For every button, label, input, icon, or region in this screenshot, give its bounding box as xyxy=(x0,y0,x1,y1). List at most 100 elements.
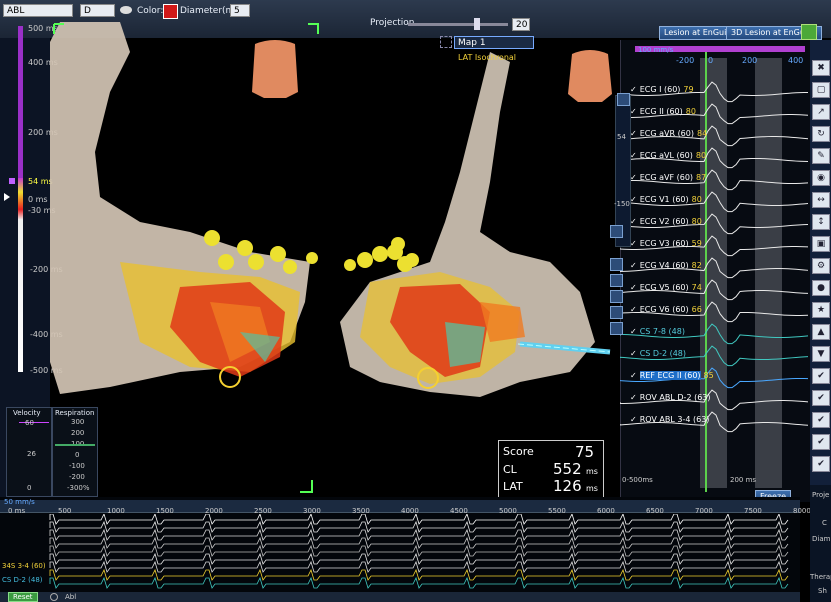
ecg-channel-row[interactable]: ✓ ECG V3 (60) 59 xyxy=(630,238,702,249)
tool-icon[interactable] xyxy=(610,274,623,287)
ecg-channel-row[interactable]: ✓ REF ECG II (60) 85 xyxy=(630,370,714,381)
ecg-channel-label: ROV ABL D-2 (63) xyxy=(639,393,711,402)
checkbox-icon[interactable]: ✔ xyxy=(812,390,830,406)
tool-button-icon[interactable]: ⚙ xyxy=(812,258,830,274)
tool-button-icon[interactable]: ● xyxy=(812,280,830,296)
ecg-channel-row[interactable]: ✓ ECG II (60) 80 xyxy=(630,106,696,117)
lat-window-handle[interactable] xyxy=(9,178,15,184)
checkmark-icon[interactable]: ✓ xyxy=(630,393,637,402)
ecg-channel-row[interactable]: ✓ ECG V4 (60) 82 xyxy=(630,260,702,271)
checkmark-icon[interactable]: ✓ xyxy=(630,239,637,248)
checkbox-icon[interactable]: ✔ xyxy=(812,368,830,384)
ecg-channel-label: ECG V6 (60) xyxy=(639,305,689,314)
checkmark-icon[interactable]: ✓ xyxy=(630,283,637,292)
checkbox-icon[interactable]: ✔ xyxy=(812,456,830,472)
tool-icon[interactable] xyxy=(610,306,623,319)
lat-marker-icon[interactable] xyxy=(4,193,10,201)
prop-label: C xyxy=(822,519,827,527)
tool-button-icon[interactable]: ↻ xyxy=(812,126,830,142)
tool-button-icon[interactable]: ▼ xyxy=(812,346,830,362)
checkmark-icon[interactable]: ✓ xyxy=(630,261,637,270)
footer-tab[interactable]: Reset xyxy=(8,592,38,602)
checkmark-icon[interactable]: ✓ xyxy=(630,217,637,226)
cl-unit: ms xyxy=(586,467,598,476)
checkmark-icon[interactable]: ✓ xyxy=(630,349,637,358)
ecg-channel-row[interactable]: ✓ ECG V5 (60) 74 xyxy=(630,282,702,293)
lat-color-bar xyxy=(18,26,23,372)
zoom-icon[interactable] xyxy=(617,93,630,106)
ecg-channel-value: 85 xyxy=(703,371,714,380)
checkmark-icon[interactable]: ✓ xyxy=(630,173,637,182)
tool-button-icon[interactable]: ▣ xyxy=(812,236,830,252)
diameter-input[interactable]: 5 xyxy=(230,4,250,17)
tool-button-icon[interactable]: ▲ xyxy=(812,324,830,340)
ecg-channel-row[interactable]: ✓ ECG aVF (60) 87 xyxy=(630,172,706,183)
respiration-tick: 0 xyxy=(75,451,80,459)
ecg-channel-value: 59 xyxy=(691,239,702,248)
tool-button-icon[interactable]: ↕ xyxy=(812,214,830,230)
tool-icon[interactable] xyxy=(610,322,623,335)
checkmark-icon[interactable]: ✓ xyxy=(630,415,637,424)
ecg-channel-row[interactable]: ✓ ROV ABL 3-4 (63) xyxy=(630,414,712,425)
tool-button-icon[interactable]: ★ xyxy=(812,302,830,318)
ecg-gain-tick: 54 xyxy=(617,133,626,141)
tool-icon[interactable] xyxy=(610,225,623,238)
map-select[interactable]: ABL xyxy=(3,4,73,17)
checkmark-icon[interactable]: ✓ xyxy=(630,85,637,94)
cl-label: CL xyxy=(503,463,517,476)
tool-icon[interactable] xyxy=(610,258,623,271)
ecg-channel-row[interactable]: ✓ ECG aVR (60) 84 xyxy=(630,128,707,139)
ecg-channel-row[interactable]: ✓ CS 7-8 (48) xyxy=(630,326,688,337)
tool-button-icon[interactable]: ◉ xyxy=(812,170,830,186)
ecg-channel-row[interactable]: ✓ ECG V2 (60) 80 xyxy=(630,216,702,227)
score-box: Score 75 CL 552 ms LAT 126 ms xyxy=(498,440,604,498)
tool-button-icon[interactable]: ▢ xyxy=(812,82,830,98)
checkmark-icon[interactable]: ✓ xyxy=(630,151,637,160)
respiration-tick: 300 xyxy=(71,418,85,426)
ecg-channel-row[interactable]: ✓ CS D-2 (48) xyxy=(630,348,689,359)
settings-icon[interactable] xyxy=(50,593,58,601)
tool-button-icon[interactable]: ↔ xyxy=(812,192,830,208)
velocity-panel: Velocity 60 26 0 xyxy=(6,407,52,497)
map-settings-icon[interactable] xyxy=(440,36,452,48)
respiration-tick: -300% xyxy=(67,484,90,492)
tool-button-icon[interactable]: ✖ xyxy=(812,60,830,76)
ecg-channel-value: 80 xyxy=(685,107,696,116)
tool-icon[interactable] xyxy=(610,290,623,303)
checkmark-icon[interactable]: ✓ xyxy=(630,371,637,380)
tool-button-icon[interactable]: ↗ xyxy=(812,104,830,120)
ecg-channel-value: 66 xyxy=(691,305,702,314)
velocity-tick: 0 xyxy=(27,484,32,492)
ecg-channel-row[interactable]: ✓ ECG I (60) 79 xyxy=(630,84,694,95)
mode-select[interactable]: D xyxy=(80,4,115,17)
color-swatch[interactable] xyxy=(163,4,178,19)
ecg-channel-value: 84 xyxy=(696,129,708,138)
ecg-ruler-tick: 0 xyxy=(708,56,714,65)
ecg-channel-value: 82 xyxy=(691,261,702,270)
respiration-panel: Respiration 300 200 100 0 -100 -200 -300… xyxy=(52,407,98,497)
eraser-icon[interactable] xyxy=(120,6,132,14)
ecg-gain-tick: -150 xyxy=(614,200,630,208)
checkbox-icon[interactable]: ✔ xyxy=(812,412,830,428)
ecg-channel-row[interactable]: ✓ ECG V1 (60) 80 xyxy=(630,194,702,205)
ecg-channel-row[interactable]: ✓ ECG V6 (60) 66 xyxy=(630,304,702,315)
torso-orientation-icon xyxy=(252,40,298,98)
ecg-channel-row[interactable]: ✓ ROV ABL D-2 (63) xyxy=(630,392,714,403)
score-label: Score xyxy=(503,445,534,458)
checkmark-icon[interactable]: ✓ xyxy=(630,327,637,336)
strip-traces xyxy=(49,514,789,589)
map-3d-view[interactable] xyxy=(50,22,620,498)
tool-button-icon[interactable]: ✎ xyxy=(812,148,830,164)
checkbox-icon[interactable]: ✔ xyxy=(812,434,830,450)
ecg-channel-label: CS D-2 (48) xyxy=(639,349,687,358)
ecg-channel-row[interactable]: ✓ ECG aVL (60) 80 xyxy=(630,150,706,161)
lat-tick: 54 ms xyxy=(28,177,53,186)
footer-tab-2[interactable]: Abl xyxy=(65,593,76,601)
map-select-dropdown[interactable]: Map 1 xyxy=(454,36,534,49)
back-arrow-icon[interactable] xyxy=(801,24,817,40)
velocity-title: Velocity xyxy=(13,409,41,417)
checkmark-icon[interactable]: ✓ xyxy=(630,305,637,314)
checkmark-icon[interactable]: ✓ xyxy=(630,129,637,138)
checkmark-icon[interactable]: ✓ xyxy=(630,195,637,204)
checkmark-icon[interactable]: ✓ xyxy=(630,107,637,116)
